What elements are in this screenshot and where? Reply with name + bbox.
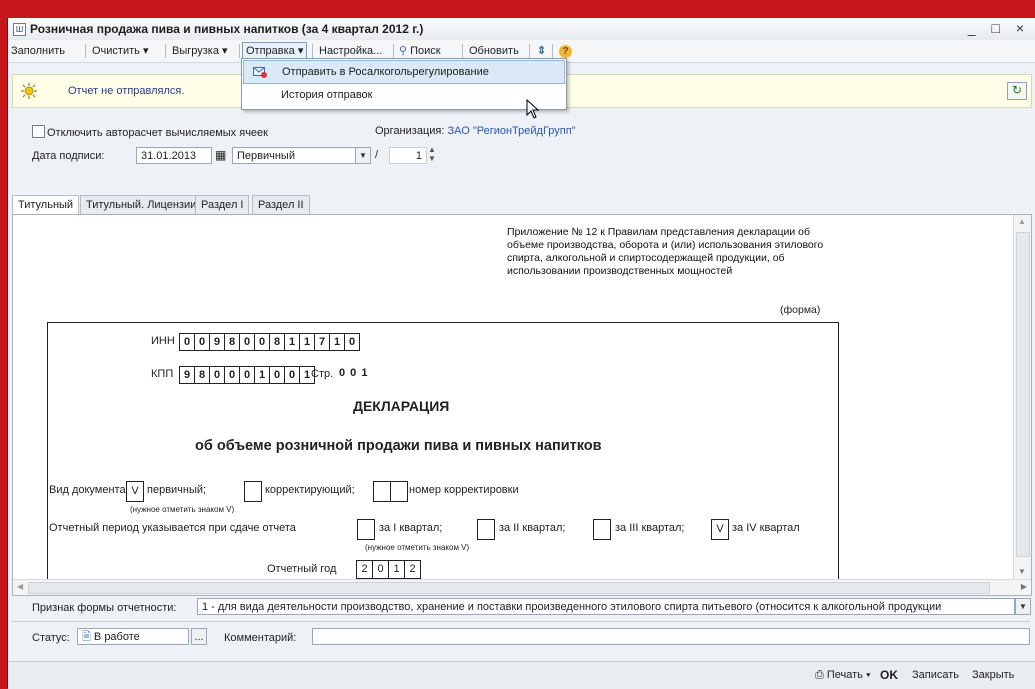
status-choose-button[interactable]: ...	[191, 628, 207, 645]
number-stepper[interactable]: ▲ ▼	[428, 145, 436, 163]
comment-field[interactable]	[312, 628, 1030, 645]
clear-button[interactable]: Очистить ▾	[89, 43, 151, 59]
correction-number-label: номер корректировки	[409, 484, 519, 496]
fill-button[interactable]: Заполнить	[8, 43, 68, 59]
search-button[interactable]: ⚲ Поиск	[396, 43, 444, 59]
sun-icon	[21, 83, 37, 99]
ok-button[interactable]: OK	[880, 668, 898, 682]
send-dropdown-menu: Отправить в Росалкогольрегулирование Ист…	[241, 58, 567, 110]
horizontal-scroll-thumb[interactable]	[28, 582, 990, 594]
comment-label: Комментарий:	[224, 632, 297, 644]
settings-button[interactable]: Настройка...	[316, 43, 385, 59]
save-button[interactable]: Записать	[912, 669, 959, 681]
q2-checkbox[interactable]	[477, 519, 495, 540]
search-icon: ⚲	[399, 45, 408, 57]
declaration-form: Приложение № 12 к Правилам представления…	[13, 215, 1009, 579]
report-icon: Ш	[13, 23, 26, 36]
menu-item-send-history[interactable]: История отправок	[243, 84, 565, 106]
close-button[interactable]: Закрыть	[972, 669, 1014, 681]
menu-item-send-rosalko[interactable]: Отправить в Росалкогольрегулирование	[243, 60, 565, 84]
mark-note-1: (нужное отметить знаком V)	[130, 505, 235, 514]
inn-cells[interactable]: 009800811710	[179, 333, 360, 351]
status-field[interactable]: 🗎 В работе	[77, 628, 189, 645]
horizontal-scrollbar[interactable]: ◀ ▶	[13, 579, 1031, 595]
document-icon: 🗎	[82, 631, 91, 643]
vertical-scrollbar[interactable]: ▲ ▼	[1013, 215, 1031, 579]
form-label: (форма)	[780, 304, 821, 316]
calendar-icon[interactable]: ▦	[215, 148, 226, 162]
status-label: Статус:	[32, 632, 70, 644]
scroll-left-icon[interactable]: ◀	[17, 582, 23, 591]
appendix-note: Приложение № 12 к Правилам представления…	[507, 226, 824, 277]
tab-title-licenses[interactable]: Титульный. Лицензии	[80, 195, 203, 214]
print-button[interactable]: ⎙ Печать ▾	[815, 669, 871, 682]
primary-checkbox[interactable]: V	[126, 481, 144, 502]
corrective-checkbox[interactable]	[244, 481, 262, 502]
organization: Организация: ЗАО "РегионТрейдГрупп"	[375, 125, 576, 137]
help-button[interactable]: ?	[556, 43, 575, 59]
q4-label: за IV квартал	[732, 522, 800, 534]
primary-label: первичный;	[147, 484, 207, 496]
period-label: Отчетный период указывается при сдаче от…	[49, 522, 296, 534]
q4-checkbox[interactable]: V	[711, 519, 729, 540]
form-sign-select[interactable]: 1 - для вида деятельности производство, …	[197, 598, 1015, 615]
correction-number-cells[interactable]	[373, 481, 408, 502]
title-bar: Ш Розничная продажа пива и пивных напитк…	[8, 18, 1035, 41]
scroll-down-icon[interactable]: ▼	[1018, 567, 1026, 576]
export-button[interactable]: Выгрузка ▾	[169, 43, 231, 59]
help-icon: ?	[559, 45, 572, 58]
kpp-cells[interactable]: 980001001	[179, 366, 315, 384]
q2-label: за II квартал;	[499, 522, 566, 534]
report-window: Ш Розничная продажа пива и пивных напитк…	[7, 18, 1035, 689]
autocalc-option[interactable]: Отключить авторасчет вычисляемых ячеек	[32, 125, 268, 139]
year-label: Отчетный год	[267, 563, 337, 575]
tab-section-2[interactable]: Раздел II	[252, 195, 310, 214]
inn-label: ИНН	[151, 335, 175, 347]
q1-checkbox[interactable]	[357, 519, 375, 540]
doc-type-label: Вид документа	[49, 484, 126, 496]
scroll-right-icon[interactable]: ▶	[1021, 582, 1027, 591]
q1-label: за I квартал;	[379, 522, 443, 534]
printer-icon: ⎙	[815, 669, 824, 681]
q3-label: за III квартал;	[615, 522, 685, 534]
doc-kind-select[interactable]: Первичный	[232, 147, 356, 164]
kpp-label: КПП	[151, 368, 174, 380]
corrective-label: корректирующий;	[265, 484, 355, 496]
form-sign-label: Признак формы отчетности:	[32, 602, 177, 614]
year-cells[interactable]: 2012	[356, 560, 421, 579]
q3-checkbox[interactable]	[593, 519, 611, 540]
correction-number-field[interactable]: 1	[389, 147, 427, 164]
footer-bar: ⎙ Печать ▾ OK Записать Закрыть	[8, 661, 1035, 689]
chevron-down-icon[interactable]: ▼	[355, 147, 371, 164]
form-sign-dropdown-icon[interactable]: ▼	[1015, 598, 1031, 615]
declaration-subtitle: об объеме розничной продажи пива и пивны…	[195, 438, 602, 454]
mark-note-2: (нужное отметить знаком V)	[365, 543, 470, 552]
autocalc-checkbox[interactable]	[32, 125, 45, 138]
vertical-scroll-thumb[interactable]	[1016, 232, 1030, 557]
organization-link[interactable]: ЗАО "РегионТрейдГрупп"	[447, 125, 575, 137]
document-area: Приложение № 12 к Правилам представления…	[12, 214, 1032, 596]
collapse-icon[interactable]: ⇕	[534, 43, 549, 59]
tab-section-1[interactable]: Раздел I	[195, 195, 250, 214]
sign-date-field[interactable]: 31.01.2013	[136, 147, 212, 164]
page-label: Стр.	[311, 368, 334, 380]
window-title: Розничная продажа пива и пивных напитков…	[30, 22, 424, 36]
send-status-text: Отчет не отправлялся.	[68, 85, 185, 97]
refresh-status-icon[interactable]: ↻	[1007, 82, 1027, 100]
send-envelope-icon	[253, 67, 267, 78]
tab-title[interactable]: Титульный	[12, 195, 80, 215]
slash: /	[375, 149, 379, 161]
page-number: 0 0 1	[339, 367, 369, 379]
sign-date-label: Дата подписи:	[32, 150, 105, 162]
mouse-cursor-icon	[526, 99, 540, 119]
refresh-button[interactable]: Обновить	[466, 43, 522, 59]
window-controls[interactable]: _ □ ×	[968, 20, 1030, 36]
scroll-up-icon[interactable]: ▲	[1018, 217, 1026, 226]
declaration-title: ДЕКЛАРАЦИЯ	[353, 398, 450, 414]
